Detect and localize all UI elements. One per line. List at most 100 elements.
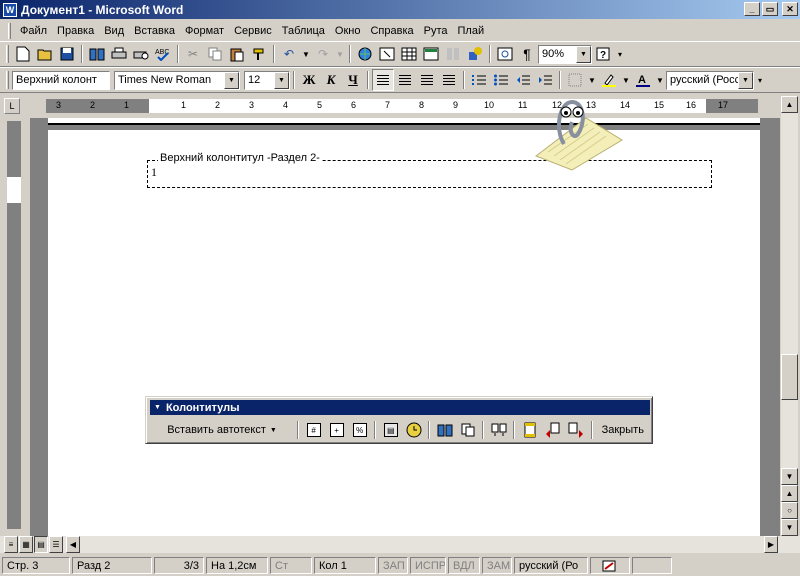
- tables-borders-icon[interactable]: [376, 43, 398, 65]
- numbering-icon[interactable]: [468, 69, 490, 91]
- style-combo[interactable]: Верхний колонт: [12, 70, 110, 90]
- insert-autotext-button[interactable]: Вставить автотекст ▼: [150, 419, 294, 441]
- columns-icon[interactable]: [442, 43, 464, 65]
- cut-icon[interactable]: ✂: [182, 43, 204, 65]
- scroll-right-button[interactable]: ▶: [764, 536, 778, 553]
- status-extend[interactable]: ВДЛ: [448, 557, 480, 574]
- show-previous-icon[interactable]: [541, 419, 564, 441]
- print-layout-icon[interactable]: ▤: [34, 536, 48, 553]
- word-app-icon[interactable]: W: [3, 2, 17, 17]
- undo-icon[interactable]: ↶: [278, 43, 300, 65]
- normal-view-icon[interactable]: ≡: [4, 536, 18, 553]
- status-overtype[interactable]: ЗАМ: [482, 557, 512, 574]
- next-page-button[interactable]: ▼: [781, 519, 798, 536]
- select-browse-object-button[interactable]: ○: [781, 502, 798, 519]
- drawing-icon[interactable]: [464, 43, 486, 65]
- menu-edit[interactable]: Правка: [52, 25, 99, 37]
- undo-dropdown-icon[interactable]: ▼: [300, 43, 312, 65]
- new-document-icon[interactable]: [12, 43, 34, 65]
- menu-view[interactable]: Вид: [99, 25, 129, 37]
- horizontal-ruler[interactable]: 3 2 1 1 2 3 4 5 6 7 8 9 10 11 12 13 14 1…: [46, 99, 758, 113]
- close-header-footer-button[interactable]: Закрыть: [596, 419, 650, 441]
- document-map-icon[interactable]: [494, 43, 516, 65]
- vertical-scrollbar[interactable]: ▲ ▼ ▲ ○ ▼: [781, 96, 798, 536]
- format-page-number-icon[interactable]: %: [348, 419, 371, 441]
- previous-page-button[interactable]: ▲: [781, 485, 798, 502]
- show-formatting-icon[interactable]: ¶: [516, 43, 538, 65]
- insert-number-of-pages-icon[interactable]: +: [325, 419, 348, 441]
- bold-button[interactable]: Ж: [298, 69, 320, 91]
- tab-selector-button[interactable]: L: [4, 98, 20, 114]
- permission-book-icon[interactable]: [86, 43, 108, 65]
- insert-excel-icon[interactable]: [420, 43, 442, 65]
- bullets-icon[interactable]: [490, 69, 512, 91]
- status-rec[interactable]: ЗАП: [378, 557, 408, 574]
- open-folder-icon[interactable]: [34, 43, 56, 65]
- document-area[interactable]: Верхний колонтитул -Раздел 2- 1: [30, 118, 780, 536]
- insert-page-number-icon[interactable]: #: [302, 419, 325, 441]
- zoom-dropdown-icon[interactable]: ▼: [576, 45, 591, 63]
- minimize-button[interactable]: _: [744, 2, 760, 16]
- header-text[interactable]: 1: [151, 165, 157, 180]
- underline-button[interactable]: Ч: [342, 69, 364, 91]
- toolbar-options-icon[interactable]: ▼: [154, 404, 161, 411]
- header-footer-toolbar-title[interactable]: ▼ Колонтитулы: [150, 400, 650, 415]
- font-color-icon[interactable]: A: [632, 69, 654, 91]
- menu-insert[interactable]: Вставка: [129, 25, 180, 37]
- toolbar-options-icon[interactable]: ▾: [754, 69, 766, 91]
- print-icon[interactable]: [108, 43, 130, 65]
- scroll-up-button[interactable]: ▲: [781, 96, 798, 113]
- font-color-dropdown-icon[interactable]: ▼: [654, 69, 666, 91]
- status-page[interactable]: Стр. 3: [2, 557, 70, 574]
- zoom-combo[interactable]: 90% ▼: [538, 44, 592, 64]
- scroll-down-button[interactable]: ▼: [781, 468, 798, 485]
- font-dropdown-icon[interactable]: ▼: [224, 71, 239, 89]
- status-language[interactable]: русский (Ро: [514, 557, 588, 574]
- vertical-ruler[interactable]: [7, 121, 21, 529]
- insert-time-icon[interactable]: [402, 419, 425, 441]
- language-combo[interactable]: русский (Росс ▼: [666, 70, 754, 90]
- same-as-previous-icon[interactable]: [487, 419, 510, 441]
- align-left-icon[interactable]: [372, 69, 394, 91]
- horizontal-scrollbar[interactable]: ≡ ▦ ▤ ☰ ◀ ▶: [0, 536, 800, 553]
- insert-hyperlink-icon[interactable]: [354, 43, 376, 65]
- language-dropdown-icon[interactable]: ▼: [738, 71, 753, 89]
- document-page[interactable]: [48, 130, 760, 536]
- menu-grip[interactable]: [8, 22, 11, 39]
- insert-date-icon[interactable]: ▤: [379, 419, 402, 441]
- italic-button[interactable]: К: [320, 69, 342, 91]
- menu-plai[interactable]: Плай: [453, 25, 490, 37]
- spelling-status-icon[interactable]: [590, 557, 630, 574]
- font-size-combo[interactable]: 12 ▼: [244, 70, 290, 90]
- switch-header-footer-icon[interactable]: [518, 419, 541, 441]
- page-setup-icon[interactable]: [433, 419, 456, 441]
- menu-file[interactable]: Файл: [15, 25, 52, 37]
- show-next-icon[interactable]: [565, 419, 588, 441]
- toolbar-grip[interactable]: [6, 71, 9, 89]
- menu-ruta[interactable]: Рута: [419, 25, 453, 37]
- close-button[interactable]: ✕: [782, 2, 798, 16]
- redo-dropdown-icon[interactable]: ▼: [334, 43, 346, 65]
- help-icon[interactable]: ?: [592, 43, 614, 65]
- header-region[interactable]: 1: [147, 160, 712, 188]
- scroll-thumb[interactable]: [781, 354, 798, 400]
- menu-tools[interactable]: Сервис: [229, 25, 277, 37]
- scroll-left-button[interactable]: ◀: [66, 536, 80, 553]
- toolbar-options-icon[interactable]: ▾: [614, 43, 626, 65]
- save-icon[interactable]: [56, 43, 78, 65]
- web-layout-icon[interactable]: ▦: [19, 536, 33, 553]
- paste-icon[interactable]: [226, 43, 248, 65]
- font-combo[interactable]: Times New Roman ▼: [114, 70, 240, 90]
- restore-button[interactable]: ▭: [762, 2, 778, 16]
- copy-icon[interactable]: [204, 43, 226, 65]
- menu-help[interactable]: Справка: [365, 25, 418, 37]
- print-preview-icon[interactable]: [130, 43, 152, 65]
- show-hide-document-text-icon[interactable]: [456, 419, 479, 441]
- format-painter-icon[interactable]: [248, 43, 270, 65]
- menu-table[interactable]: Таблица: [277, 25, 330, 37]
- justify-icon[interactable]: [438, 69, 460, 91]
- menu-format[interactable]: Формат: [180, 25, 229, 37]
- office-assistant-clippy[interactable]: [528, 88, 624, 172]
- insert-table-icon[interactable]: [398, 43, 420, 65]
- align-center-icon[interactable]: [394, 69, 416, 91]
